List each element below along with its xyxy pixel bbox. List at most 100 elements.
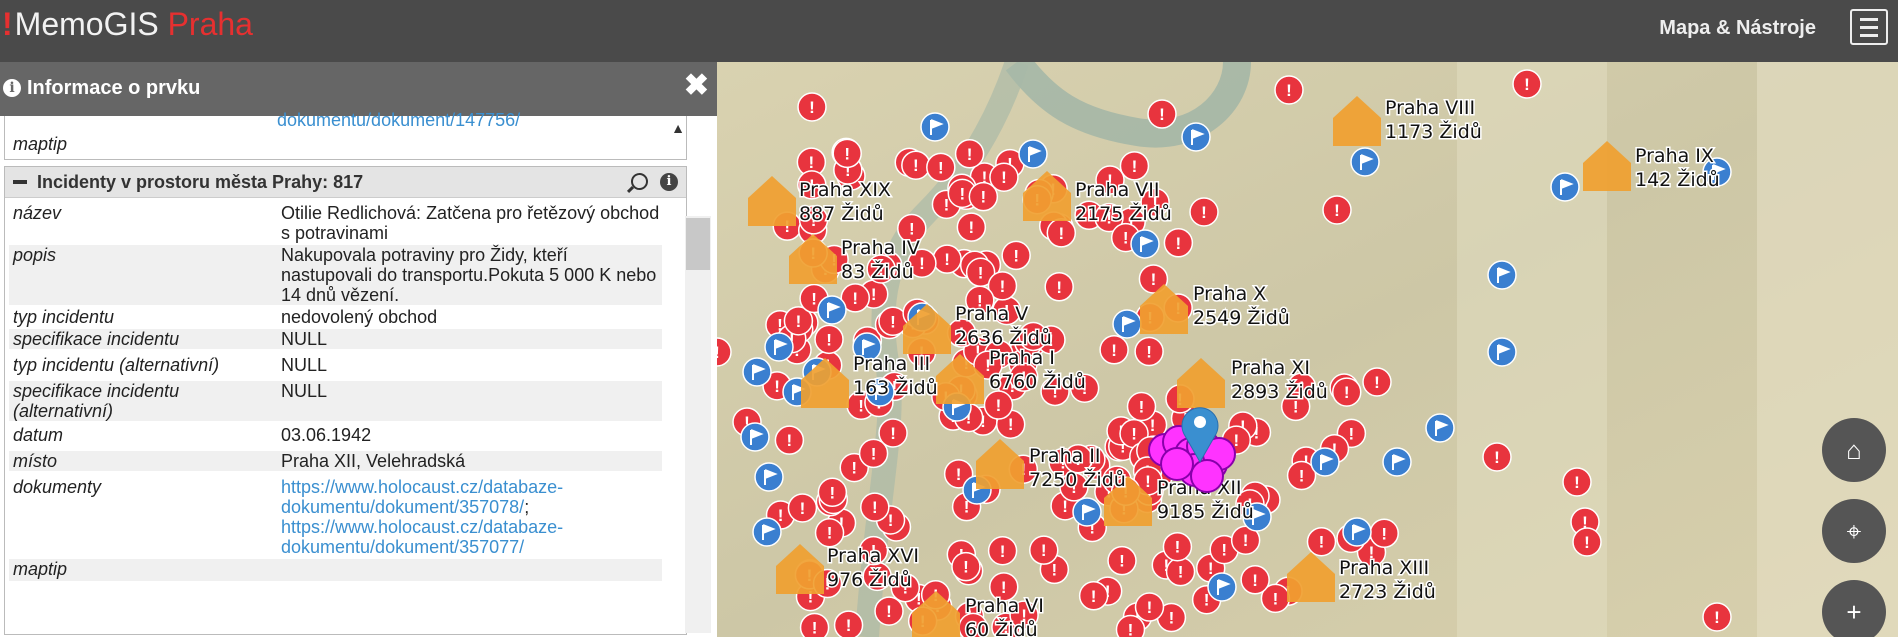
incident-marker[interactable]: ! bbox=[1512, 69, 1542, 99]
incident-marker[interactable]: ! bbox=[1572, 527, 1602, 557]
close-icon[interactable]: ✖ bbox=[684, 71, 709, 101]
zoom-in-button[interactable]: + bbox=[1822, 580, 1886, 637]
incident-marker[interactable]: ! bbox=[1322, 195, 1352, 225]
incident-marker[interactable]: ! bbox=[1001, 240, 1031, 271]
flag-marker[interactable] bbox=[764, 332, 794, 362]
incident-marker[interactable]: ! bbox=[814, 324, 844, 355]
incident-marker[interactable]: ! bbox=[1331, 377, 1362, 407]
document-link[interactable]: dokumentu/dokument/147756/ bbox=[277, 110, 520, 131]
selected-incident-marker[interactable] bbox=[1190, 459, 1224, 493]
layer-info-icon[interactable]: i bbox=[660, 173, 678, 191]
incident-marker[interactable]: ! bbox=[1126, 391, 1157, 422]
incident-marker[interactable]: ! bbox=[797, 92, 827, 122]
flag-marker[interactable] bbox=[1130, 229, 1160, 259]
incident-marker[interactable]: ! bbox=[926, 152, 956, 183]
incident-marker[interactable]: ! bbox=[814, 517, 845, 548]
hamburger-menu-button[interactable] bbox=[1850, 9, 1888, 45]
incident-marker[interactable]: ! bbox=[1046, 218, 1077, 248]
flag-marker[interactable] bbox=[920, 112, 950, 142]
incident-marker[interactable]: ! bbox=[901, 150, 931, 180]
panel-scrollbar[interactable] bbox=[685, 216, 711, 633]
district-count-label: 2636 Židů bbox=[955, 326, 1052, 349]
scrollbar-thumb[interactable] bbox=[686, 218, 710, 270]
map-canvas[interactable]: !!!!!!!!!!!!!!!!!!!!!!!!!!!!!!!!!!!!!!!!… bbox=[717, 62, 1898, 637]
flag-marker[interactable] bbox=[1487, 260, 1517, 290]
incident-marker[interactable]: ! bbox=[1369, 518, 1399, 549]
incident-marker[interactable]: ! bbox=[1362, 367, 1392, 397]
flag-marker[interactable] bbox=[742, 357, 772, 387]
incident-marker[interactable]: ! bbox=[817, 477, 848, 508]
flag-marker[interactable] bbox=[754, 462, 784, 492]
flag-marker[interactable] bbox=[1342, 517, 1372, 547]
scroll-up-icon[interactable]: ▲ bbox=[668, 120, 688, 140]
tools-label[interactable]: Mapa & Nástroje bbox=[1659, 17, 1816, 40]
incident-marker[interactable]: ! bbox=[1115, 614, 1146, 637]
svg-text:!: ! bbox=[872, 498, 878, 517]
incident-marker[interactable]: ! bbox=[774, 425, 805, 455]
incident-marker[interactable]: ! bbox=[832, 138, 862, 169]
flag-marker[interactable] bbox=[1550, 172, 1580, 202]
attribute-value: https://www.holocaust.cz/databaze-dokume… bbox=[281, 477, 661, 557]
incident-marker[interactable]: ! bbox=[932, 244, 962, 274]
incident-marker[interactable]: ! bbox=[1147, 99, 1177, 129]
incident-marker[interactable]: ! bbox=[987, 536, 1018, 566]
flag-marker[interactable] bbox=[1072, 497, 1102, 527]
incident-marker[interactable]: ! bbox=[968, 181, 999, 212]
incident-marker[interactable]: ! bbox=[1134, 592, 1165, 622]
flag-marker[interactable] bbox=[1112, 309, 1142, 339]
incident-marker[interactable]: ! bbox=[787, 493, 818, 523]
app-logo[interactable]: !MemoGIS Praha bbox=[2, 6, 253, 43]
flag-marker[interactable] bbox=[817, 295, 847, 325]
incident-marker[interactable]: ! bbox=[833, 610, 864, 637]
incident-marker[interactable]: ! bbox=[1240, 565, 1270, 595]
incident-marker[interactable]: ! bbox=[1163, 228, 1194, 258]
incident-marker[interactable]: ! bbox=[1044, 272, 1074, 302]
svg-text:!: ! bbox=[827, 524, 833, 543]
zoom-to-feature-icon[interactable] bbox=[631, 173, 648, 190]
svg-text:!: ! bbox=[811, 290, 817, 309]
incident-marker[interactable]: ! bbox=[1482, 442, 1512, 472]
incident-marker[interactable]: ! bbox=[860, 492, 890, 522]
flag-marker[interactable] bbox=[1425, 413, 1455, 443]
incident-marker[interactable]: ! bbox=[874, 596, 904, 626]
flag-marker[interactable] bbox=[1181, 122, 1211, 152]
flag-marker[interactable] bbox=[1018, 139, 1048, 169]
collapse-icon[interactable] bbox=[13, 180, 27, 184]
flag-marker[interactable] bbox=[1382, 447, 1412, 477]
incident-marker[interactable]: ! bbox=[1189, 197, 1219, 227]
selected-incident-marker[interactable] bbox=[1160, 447, 1194, 481]
document-link[interactable]: https://www.holocaust.cz/databaze-dokume… bbox=[281, 517, 563, 557]
incident-marker[interactable]: ! bbox=[1306, 526, 1337, 557]
document-link[interactable]: https://www.holocaust.cz/databaze-dokume… bbox=[281, 477, 563, 517]
home-button[interactable]: ⌂ bbox=[1822, 418, 1886, 482]
incident-marker[interactable]: ! bbox=[983, 390, 1014, 420]
incident-marker[interactable]: ! bbox=[1274, 75, 1304, 105]
incident-marker[interactable]: ! bbox=[1562, 467, 1592, 497]
flag-marker[interactable] bbox=[740, 422, 770, 452]
locate-button[interactable]: ⌖ bbox=[1822, 499, 1886, 563]
layer-header[interactable]: Incidenty v prostoru města Prahy: 817 i bbox=[5, 167, 686, 198]
flag-marker[interactable] bbox=[1350, 147, 1380, 177]
flag-marker[interactable] bbox=[1207, 572, 1237, 602]
flag-marker[interactable] bbox=[1487, 337, 1517, 367]
incident-marker[interactable]: ! bbox=[1702, 602, 1732, 632]
flag-marker[interactable] bbox=[752, 517, 782, 547]
logo-city: Praha bbox=[167, 6, 253, 42]
incident-marker[interactable]: ! bbox=[1029, 535, 1059, 565]
incident-marker[interactable]: ! bbox=[1107, 545, 1137, 576]
incident-marker[interactable]: ! bbox=[951, 551, 981, 582]
incident-marker[interactable]: ! bbox=[1078, 581, 1109, 611]
map-view[interactable]: !!!!!!!!!!!!!!!!!!!!!!!!!!!!!!!!!!!!!!!!… bbox=[717, 62, 1898, 637]
incident-marker[interactable]: ! bbox=[1119, 151, 1150, 181]
incident-marker[interactable]: ! bbox=[1162, 531, 1193, 562]
flag-marker[interactable] bbox=[1310, 447, 1340, 477]
incident-marker[interactable]: ! bbox=[954, 139, 985, 169]
incident-marker[interactable]: ! bbox=[1134, 336, 1164, 367]
incident-marker[interactable]: ! bbox=[878, 418, 908, 448]
incident-marker[interactable]: ! bbox=[799, 612, 830, 637]
svg-text:!: ! bbox=[1175, 538, 1181, 557]
incident-marker[interactable]: ! bbox=[1165, 556, 1196, 587]
incident-marker[interactable]: ! bbox=[1099, 335, 1129, 365]
incident-marker[interactable]: ! bbox=[956, 212, 987, 242]
panel-header: i Informace o prvku ✖ bbox=[0, 62, 717, 116]
